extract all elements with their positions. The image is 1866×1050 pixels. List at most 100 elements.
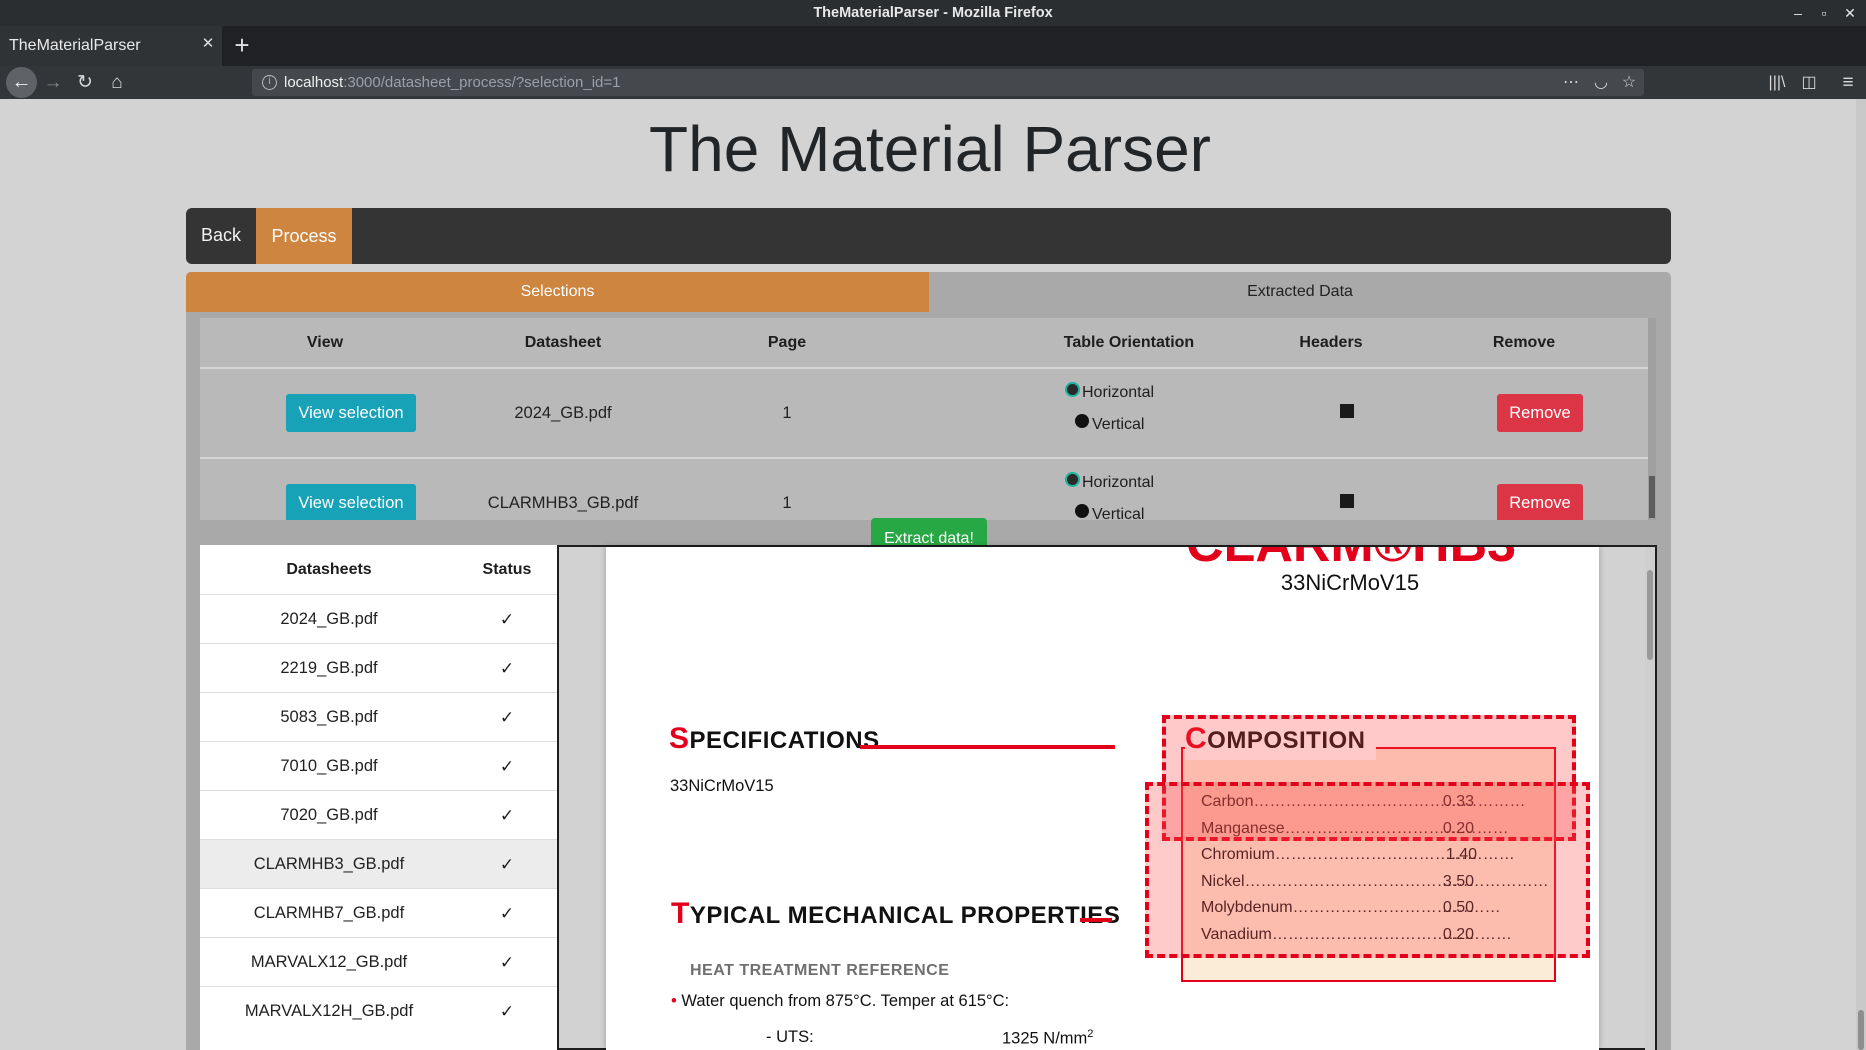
datasheet-row[interactable]: 7020_GB.pdf ✓ (200, 790, 557, 839)
url-text[interactable]: localhost:3000/datasheet_process/?select… (284, 69, 621, 96)
datasheet-name: MARVALX12H_GB.pdf (244, 1002, 414, 1020)
pdf-heading-rule (860, 745, 1115, 749)
check-circle-icon: ✓ (499, 904, 515, 923)
page-title: The Material Parser (649, 113, 1211, 185)
datasheet-cell: CLARMHB3_GB.pdf (487, 494, 639, 512)
tab-close-icon[interactable]: ✕ (198, 34, 218, 54)
window-title: TheMaterialParser - Mozilla Firefox (813, 5, 1053, 21)
view-selection-button[interactable]: View selection (286, 484, 416, 520)
pdf-specifications-text: 33NiCrMoV15 (670, 777, 774, 795)
column-header-status: Status (482, 561, 532, 578)
datasheet-name: 7010_GB.pdf (280, 757, 378, 775)
browser-tab-title: TheMaterialParser (9, 37, 141, 54)
page-cell: 1 (782, 404, 792, 422)
datasheet-name: MARVALX12_GB.pdf (250, 953, 408, 971)
column-header-view: View (306, 334, 344, 351)
headers-checkbox[interactable] (1340, 404, 1354, 418)
datasheet-name: 2219_GB.pdf (280, 659, 378, 677)
selection-overlay-region[interactable] (1145, 782, 1590, 958)
library-icon[interactable]: |||\ (1762, 66, 1792, 99)
orientation-horizontal-radio[interactable] (1065, 472, 1080, 487)
orientation-vertical-label: Vertical (1092, 506, 1145, 520)
pdf-uts-label: - UTS: (766, 1028, 814, 1046)
back-arrow-icon[interactable]: ← (6, 67, 37, 98)
column-header-headers: Headers (1299, 334, 1363, 351)
datasheet-name: 2024_GB.pdf (280, 610, 378, 628)
close-window-icon[interactable]: ✕ (1837, 0, 1863, 26)
datasheet-row[interactable]: 2024_GB.pdf ✓ (200, 594, 557, 643)
check-circle-icon: ✓ (499, 708, 515, 727)
column-header-remove: Remove (1492, 334, 1556, 351)
column-header-datasheet: Datasheet (524, 334, 602, 351)
datasheet-row[interactable]: MARVALX12_GB.pdf ✓ (200, 937, 557, 986)
headers-checkbox[interactable] (1340, 494, 1354, 508)
bookmark-star-icon[interactable]: ☆ (1616, 69, 1642, 96)
check-circle-icon: ✓ (499, 855, 515, 874)
window-title-bar: TheMaterialParser - Mozilla Firefox (0, 0, 1866, 26)
menu-icon[interactable]: ≡ (1833, 66, 1863, 99)
datasheet-row[interactable]: MARVALX12H_GB.pdf ✓ (200, 986, 557, 1035)
sidebar-icon[interactable]: ◫ (1794, 66, 1824, 99)
pdf-grade: 33NiCrMoV15 (1280, 570, 1420, 595)
check-circle-icon: ✓ (499, 757, 515, 776)
home-icon[interactable]: ⌂ (102, 66, 132, 99)
datasheet-row-selected[interactable]: CLARMHB3_GB.pdf ✓ (200, 839, 557, 888)
check-circle-icon: ✓ (499, 659, 515, 678)
datasheet-name: 5083_GB.pdf (280, 708, 378, 726)
selections-scrollbar-thumb[interactable] (1649, 476, 1655, 518)
datasheet-row[interactable]: 7010_GB.pdf ✓ (200, 741, 557, 790)
datasheet-row[interactable]: CLARMHB7_GB.pdf ✓ (200, 888, 557, 937)
page-scrollbar-thumb[interactable] (1858, 1010, 1864, 1050)
orientation-horizontal-label: Horizontal (1082, 474, 1155, 491)
datasheet-name: CLARMHB7_GB.pdf (253, 904, 405, 922)
check-circle-icon: ✓ (499, 610, 515, 629)
orientation-vertical-radio[interactable] (1075, 504, 1089, 518)
datasheet-cell: 2024_GB.pdf (514, 404, 612, 422)
datasheet-row[interactable]: 5083_GB.pdf ✓ (200, 692, 557, 741)
selections-table: View Datasheet Page Table Orientation He… (200, 318, 1648, 520)
pdf-heading-rule (1080, 918, 1112, 922)
reload-icon[interactable]: ↻ (70, 66, 100, 99)
remove-button[interactable]: Remove (1497, 484, 1583, 520)
top-nav-bar (186, 208, 1671, 264)
orientation-horizontal-radio[interactable] (1065, 382, 1080, 397)
maximize-icon[interactable]: ▫ (1811, 0, 1837, 26)
site-info-icon[interactable]: i (262, 75, 277, 90)
orientation-vertical-radio[interactable] (1075, 414, 1089, 428)
orientation-horizontal-label: Horizontal (1082, 384, 1155, 401)
tab-extracted-data[interactable]: Extracted Data (929, 272, 1671, 312)
check-circle-icon: ✓ (499, 1002, 515, 1021)
orientation-vertical-label: Vertical (1092, 416, 1145, 433)
pdf-specifications-heading: SPECIFICATIONS (669, 722, 880, 755)
pdf-uts-value: 1325 N/mm2 (1002, 1028, 1094, 1048)
forward-arrow-icon[interactable]: → (38, 66, 68, 99)
check-circle-icon: ✓ (499, 953, 515, 972)
header-divider (200, 367, 1648, 369)
column-header-page: Page (767, 334, 807, 351)
check-circle-icon: ✓ (499, 806, 515, 825)
datasheet-name: 7020_GB.pdf (280, 806, 378, 824)
tab-selections[interactable]: Selections (186, 272, 929, 312)
back-button[interactable]: Back (186, 208, 256, 264)
new-tab-icon[interactable]: + (229, 30, 255, 60)
remove-button[interactable]: Remove (1497, 394, 1583, 432)
browser-tab[interactable]: TheMaterialParser (0, 26, 222, 66)
column-header-datasheets: Datasheets (286, 561, 372, 578)
datasheet-name: CLARMHB3_GB.pdf (253, 855, 405, 873)
page-cell: 1 (782, 494, 792, 512)
pdf-quench-text: • Water quench from 875°C. Temper at 615… (671, 992, 1010, 1010)
datasheet-row[interactable]: 2219_GB.pdf ✓ (200, 643, 557, 692)
datasheets-table: Datasheets Status 2024_GB.pdf ✓ 2219_GB.p… (200, 545, 557, 1050)
pocket-icon[interactable]: ◡ (1588, 69, 1614, 96)
pdf-mechanical-heading: TYPICAL MECHANICAL PROPERTIES (671, 897, 1121, 930)
minimize-icon[interactable]: – (1785, 0, 1811, 26)
pdf-heat-treatment-heading: HEAT TREATMENT REFERENCE (690, 962, 950, 979)
row-divider (200, 457, 1648, 459)
tab-strip (0, 26, 1866, 66)
page-actions-icon[interactable]: ⋯ (1558, 69, 1584, 96)
page-scrollbar[interactable] (1856, 99, 1866, 1050)
process-button[interactable]: Process (256, 208, 352, 264)
column-header-table-orientation: Table Orientation (1063, 334, 1195, 351)
view-selection-button[interactable]: View selection (286, 394, 416, 432)
pdf-scrollbar-thumb[interactable] (1647, 570, 1653, 660)
